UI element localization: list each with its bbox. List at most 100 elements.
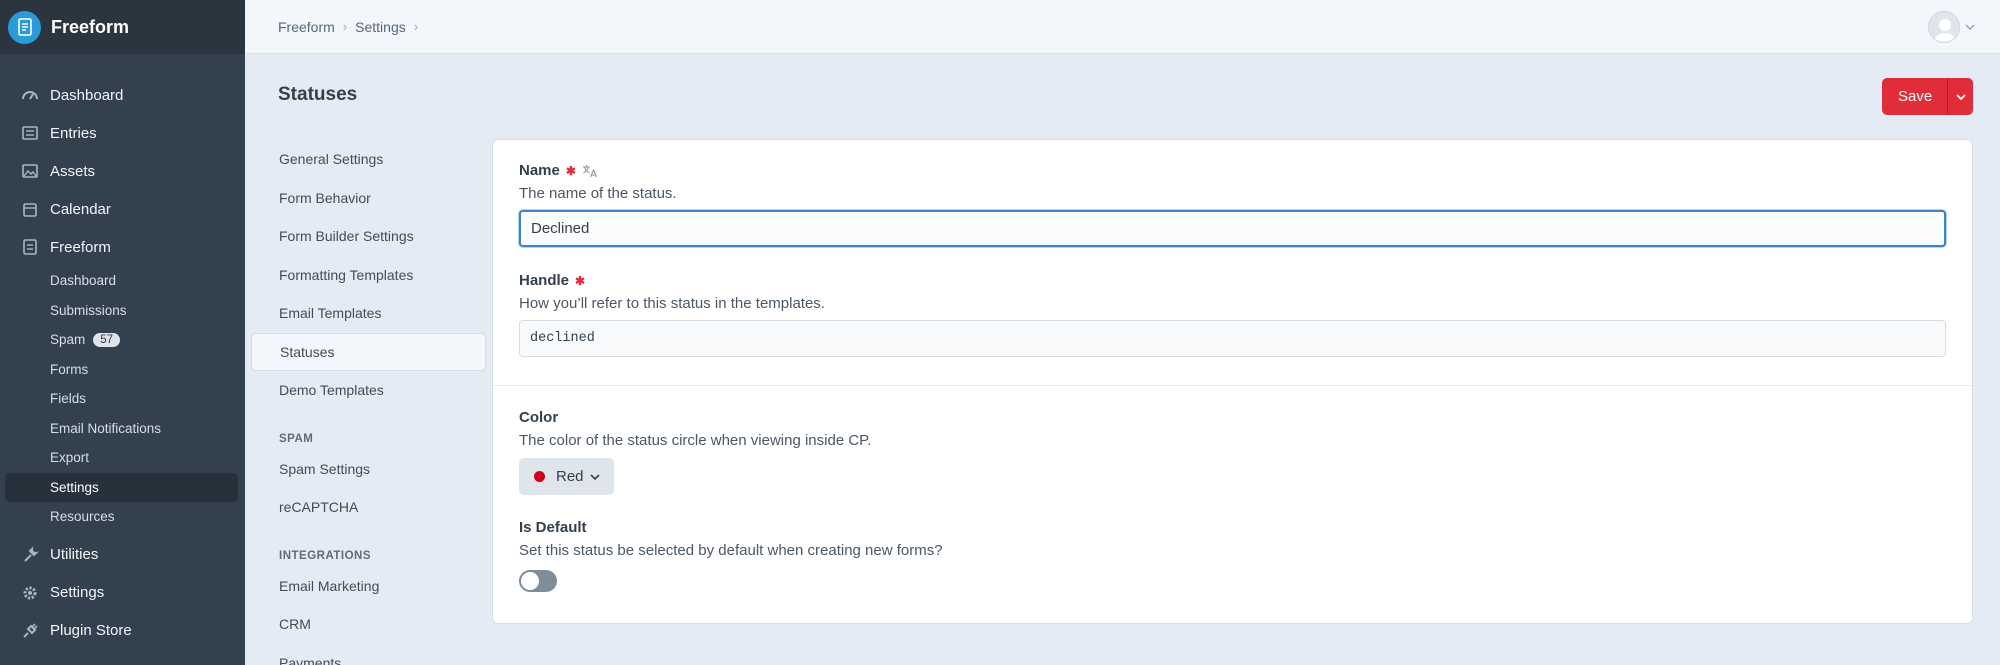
settings-nav-general[interactable]: General Settings [251,140,486,179]
name-label-text: Name [519,162,560,179]
color-field: Color The color of the status circle whe… [519,409,1946,495]
is-default-label: Is Default [519,519,587,536]
subnav-label: Dashboard [50,273,117,289]
settings-nav-spam-settings[interactable]: Spam Settings [251,450,486,489]
subnav-label: Export [50,450,90,466]
settings-nav-formatting-templates[interactable]: Formatting Templates [251,256,486,295]
settings-nav: General Settings Form Behavior Form Buil… [251,140,486,665]
nav-label: Dashboard [50,86,124,104]
save-button[interactable]: Save [1882,78,1947,115]
assets-icon [20,161,40,181]
nav-label: Settings [50,584,105,601]
required-icon: ✱ [565,163,576,178]
handle-label: Handle ✱ [519,272,1946,289]
nav-label: Entries [50,124,97,142]
entries-icon [20,123,40,143]
subnav-email-notifications[interactable]: Email Notifications [5,414,238,444]
nav-label: Utilities [50,546,99,563]
subnav-label: Resources [50,509,115,525]
settings-nav-form-behavior[interactable]: Form Behavior [251,179,486,218]
subnav-label: Forms [50,361,89,377]
chevron-right-icon: › [413,19,419,34]
breadcrumb-freeform[interactable]: Freeform [278,19,335,35]
subnav-label: Submissions [50,302,127,318]
user-menu[interactable] [1928,11,1976,43]
status-color-dot [534,471,545,482]
calendar-icon [20,199,40,219]
subnav-label: Fields [50,391,87,407]
chevron-down-icon [1965,24,1975,31]
subnav-label: Email Notifications [50,420,162,436]
settings-nav-form-builder[interactable]: Form Builder Settings [251,217,486,256]
subnav-submissions[interactable]: Submissions [5,296,238,326]
settings-nav-demo-templates[interactable]: Demo Templates [251,371,486,410]
save-button-group: Save [1882,78,1973,115]
sidebar: Freeform Dashboard Entries Assets Calend… [0,0,245,665]
top-header: Freeform › Settings › [245,0,2000,54]
toggle-knob [521,572,539,590]
nav-label: Assets [50,162,96,180]
settings-nav-email-templates[interactable]: Email Templates [251,294,486,333]
name-instructions: The name of the status. [519,185,677,202]
subnav-label: Spam [50,332,86,348]
divider [493,385,1972,386]
nav-utilities[interactable]: Utilities [0,536,245,574]
page-title: Statuses [278,84,358,105]
subnav-label: Settings [50,479,99,495]
nav-settings[interactable]: Settings [0,574,245,612]
settings-nav-statuses[interactable]: Statuses [251,332,486,371]
handle-label-text: Handle [519,272,570,289]
nav-plugin-store[interactable]: Plugin Store [0,612,245,650]
chevron-right-icon: › [342,19,348,34]
nav-label: Plugin Store [50,622,132,639]
settings-nav-payments[interactable]: Payments [251,644,486,665]
avatar [1928,11,1960,43]
spam-count-badge: 57 [93,332,121,347]
nav-freeform[interactable]: Freeform [0,228,245,266]
color-instructions: The color of the status circle when view… [519,432,872,449]
color-select[interactable]: Red [519,458,614,495]
main-nav: Dashboard Entries Assets Calendar Freefo… [0,54,245,650]
status-form-card: Name ✱ The name of the status. Handle ✱ … [492,139,1973,624]
handle-instructions: How you’ll refer to this status in the t… [519,295,825,312]
subnav-settings[interactable]: Settings [5,472,238,502]
settings-nav-recaptcha[interactable]: reCAPTCHA [251,488,486,527]
is-default-field: Is Default Set this status be selected b… [519,519,1946,592]
dashboard-icon [20,85,40,105]
plug-icon [20,621,40,641]
chevron-down-icon [589,473,600,480]
subnav-resources[interactable]: Resources [5,502,238,532]
translate-icon [582,164,597,177]
chevron-down-icon [1955,93,1966,100]
settings-nav-crm[interactable]: CRM [251,605,486,644]
nav-calendar[interactable]: Calendar [0,190,245,228]
subnav-dashboard[interactable]: Dashboard [5,266,238,296]
nav-label: Calendar [50,200,111,218]
subnav-export[interactable]: Export [5,443,238,473]
freeform-icon [20,237,40,257]
subnav-fields[interactable]: Fields [5,384,238,414]
settings-nav-email-marketing[interactable]: Email Marketing [251,567,486,606]
handle-field: Handle ✱ How you’ll refer to this status… [519,272,1946,357]
color-label: Color [519,409,559,426]
is-default-toggle[interactable] [519,570,557,592]
name-input[interactable] [519,210,1946,247]
nav-dashboard[interactable]: Dashboard [0,76,245,114]
save-menu-button[interactable] [1947,78,1973,115]
gear-icon [20,583,40,603]
nav-entries[interactable]: Entries [0,114,245,152]
subnav-spam[interactable]: Spam 57 [5,325,238,355]
breadcrumb-settings[interactable]: Settings [355,19,406,35]
name-field: Name ✱ The name of the status. [519,162,1946,247]
is-default-instructions: Set this status be selected by default w… [519,542,943,559]
subnav-forms[interactable]: Forms [5,355,238,385]
nav-assets[interactable]: Assets [0,152,245,190]
required-icon: ✱ [575,273,586,288]
name-label: Name ✱ [519,162,1946,179]
brand[interactable]: Freeform [0,0,245,54]
settings-nav-heading-spam: SPAM [279,432,314,445]
nav-label: Freeform [50,238,111,256]
color-value: Red [556,468,584,485]
wrench-icon [20,545,40,565]
handle-input[interactable] [519,320,1946,357]
